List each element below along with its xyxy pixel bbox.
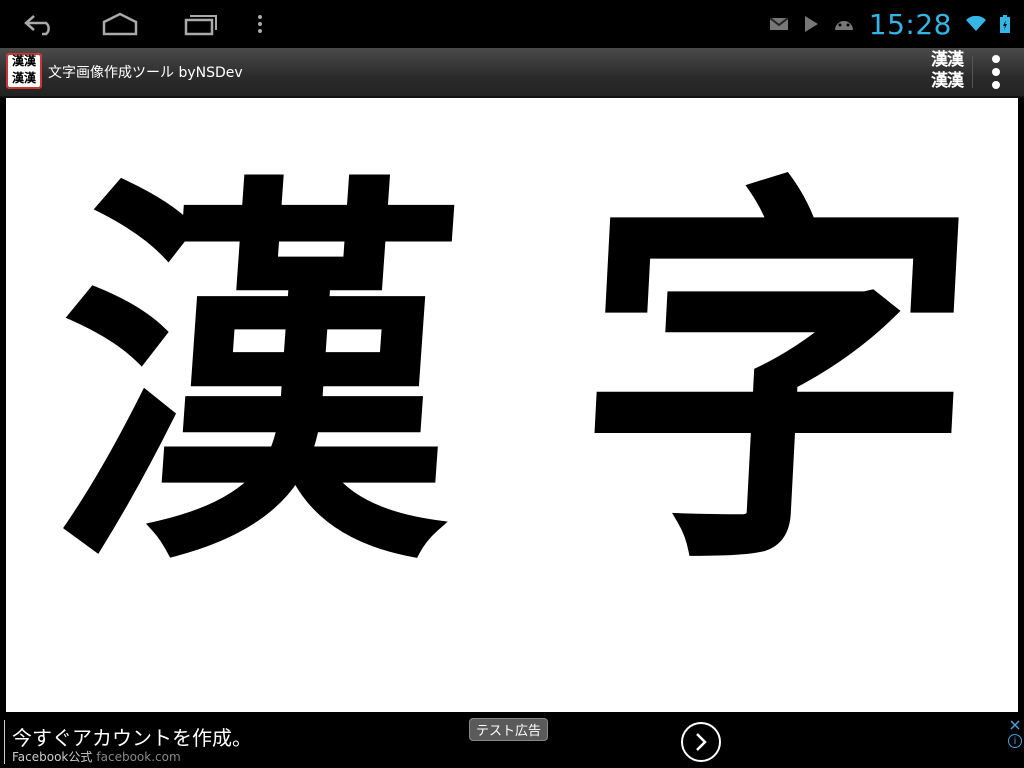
ad-domain: facebook.com <box>96 750 181 764</box>
ad-close-button[interactable] <box>1008 718 1022 732</box>
ad-divider <box>4 720 5 764</box>
action-bar: 漢漢 漢漢 文字画像作成ツール byNSDev 漢漢 漢漢 <box>0 48 1024 98</box>
back-icon <box>24 15 50 36</box>
app-icon[interactable]: 漢漢 漢漢 <box>6 53 42 89</box>
battery-icon <box>1000 15 1010 33</box>
app-title: 文字画像作成ツール byNSDev <box>48 65 243 81</box>
ad-banner[interactable]: 今すぐアカウントを作成。 Facebook公式 facebook.com テスト広… <box>0 716 1024 768</box>
back-button[interactable] <box>16 8 64 40</box>
overflow-dot-icon <box>992 81 1000 89</box>
play-store-icon <box>804 16 818 32</box>
kanji-character: 字 <box>563 143 989 613</box>
gmail-icon <box>769 17 789 30</box>
recent-apps-icon <box>184 15 217 36</box>
ad-advertiser-name: Facebook公式 <box>12 750 93 764</box>
kanji-style-button[interactable]: 漢漢 漢漢 <box>924 50 970 94</box>
recent-apps-button[interactable] <box>176 8 224 40</box>
overflow-dot-icon <box>992 68 1000 76</box>
system-bar: 15:28 <box>0 0 1024 48</box>
wifi-icon <box>966 16 986 31</box>
test-ad-badge: テスト広告 <box>469 718 549 741</box>
ad-open-button[interactable] <box>681 722 721 762</box>
home-icon <box>102 12 138 36</box>
menu-button[interactable] <box>236 8 284 40</box>
ad-info-icon[interactable]: i <box>1008 734 1022 748</box>
character-image-canvas[interactable]: 漢 字 <box>6 98 1018 712</box>
ad-headline[interactable]: 今すぐアカウントを作成。 <box>12 722 252 751</box>
kanji-character: 漢 <box>39 143 473 613</box>
overflow-menu-button[interactable] <box>974 50 1018 94</box>
close-icon <box>1010 720 1020 730</box>
status-area: 15:28 <box>769 0 1010 48</box>
overflow-dot-icon <box>992 55 1000 63</box>
clock: 15:28 <box>868 7 952 41</box>
action-divider <box>972 56 973 88</box>
menu-dots-icon <box>258 15 262 33</box>
home-button[interactable] <box>96 8 144 40</box>
android-icon <box>834 21 853 30</box>
ad-advertiser: Facebook公式 facebook.com <box>12 748 181 765</box>
chevron-right-icon <box>696 733 707 751</box>
